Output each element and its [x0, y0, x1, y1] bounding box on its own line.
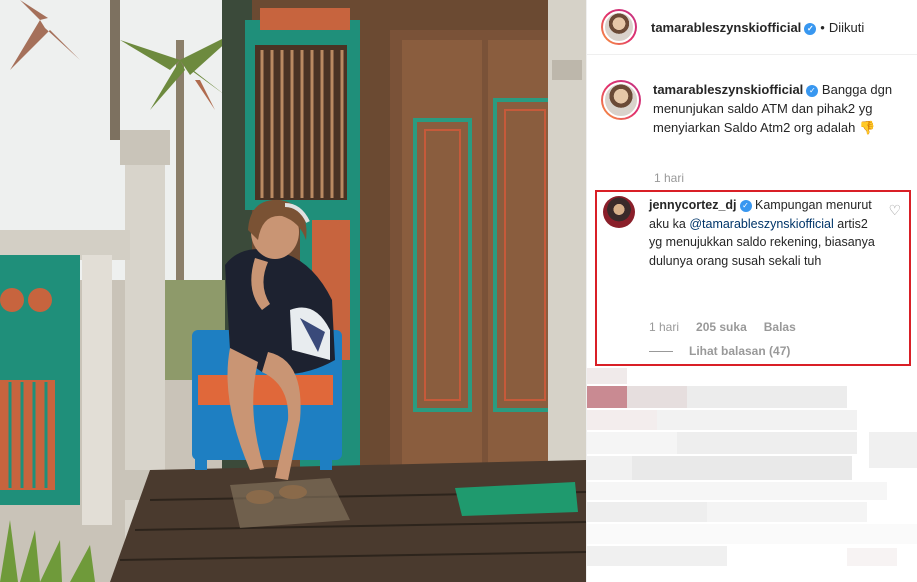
heart-outline-icon[interactable]: ♡ [888, 202, 901, 219]
comment-meta: 1 hari 205 suka Balas [649, 320, 796, 334]
commenter-username[interactable]: jennycortez_dj [649, 198, 737, 212]
highlighted-comment: jennycortez_dj ✓ Kampungan menurut aku ka… [595, 190, 911, 366]
author-username[interactable]: tamarableszynskiofficial ✓ [651, 20, 817, 35]
commenter-avatar[interactable] [603, 196, 635, 228]
check-badge-icon: ✓ [804, 22, 817, 35]
comment-time[interactable]: 1 hari [649, 320, 679, 334]
author-avatar[interactable] [601, 9, 637, 45]
photo-illustration [0, 0, 586, 582]
caption-author-avatar[interactable] [601, 80, 641, 120]
view-replies-label[interactable]: Lihat balasan (47) [689, 344, 790, 358]
blurred-comments [587, 368, 917, 582]
replies-divider [649, 350, 673, 352]
view-replies-button[interactable]: Lihat balasan (47) [649, 344, 790, 358]
reply-button[interactable]: Balas [764, 320, 796, 334]
post-header: tamarableszynskiofficial ✓ • Diikuti [587, 0, 917, 55]
comment-mention-link[interactable]: @tamarableszynskiofficial [689, 217, 833, 231]
caption-username[interactable]: tamarableszynskiofficial [653, 82, 803, 97]
comment-likes[interactable]: 205 suka [696, 320, 747, 334]
post-caption: tamarableszynskiofficial ✓ Bangga dgn men… [601, 80, 911, 137]
post-photo[interactable] [0, 0, 586, 582]
check-badge-icon: ✓ [806, 85, 819, 97]
caption-text: tamarableszynskiofficial ✓ Bangga dgn men… [653, 80, 911, 137]
caption-time[interactable]: 1 hari [654, 171, 684, 185]
post-viewer: tamarableszynskiofficial ✓ • Diikuti tama… [0, 0, 917, 582]
check-badge-icon: ✓ [739, 200, 752, 212]
comment-text: jennycortez_dj ✓ Kampungan menurut aku ka… [649, 196, 877, 270]
follow-status-button[interactable]: Diikuti [829, 20, 864, 35]
comment-item: jennycortez_dj ✓ Kampungan menurut aku ka… [603, 196, 903, 270]
comments-panel: tamarableszynskiofficial ✓ • Diikuti tama… [586, 0, 917, 582]
header-separator: • [820, 19, 825, 35]
